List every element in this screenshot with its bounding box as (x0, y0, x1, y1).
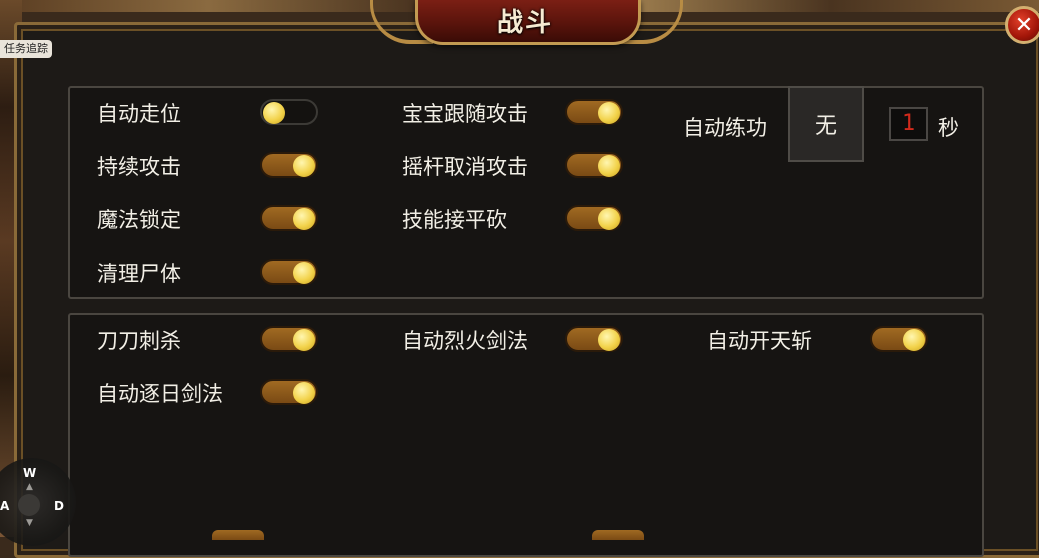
joystick-west-label: A (0, 499, 10, 513)
option-label-pet-follow-attack: 宝宝跟随攻击 (402, 102, 528, 126)
toggle-skill-chain-basic-attack[interactable] (565, 205, 623, 231)
option-label-auto-blazing-sword: 自动烈火剑法 (402, 329, 528, 353)
toggle-joystick-cancel-attack[interactable] (565, 152, 623, 178)
joystick-north-label: W (23, 466, 37, 480)
toggle-auto-sun-chasing-sword[interactable] (260, 379, 318, 405)
seconds-unit-label: 秒 (938, 116, 959, 140)
toggle-knob (598, 155, 620, 177)
close-button[interactable]: ✕ (1005, 6, 1039, 44)
toggle-knob (293, 329, 315, 351)
toggle-knob (263, 102, 285, 124)
toggle-knob (598, 329, 620, 351)
toggle-auto-sky-splitter[interactable] (870, 326, 928, 352)
option-label-skill-chain-basic-attack: 技能接平砍 (402, 208, 507, 232)
toggle-auto-blazing-sword[interactable] (565, 326, 623, 352)
joystick-center[interactable] (18, 494, 40, 516)
option-label-clear-corpses: 清理尸体 (97, 262, 181, 286)
toggle-auto-move[interactable] (260, 99, 318, 125)
window-title: 战斗 (496, 8, 553, 38)
option-label-auto-sun-chasing-sword: 自动逐日剑法 (97, 382, 223, 406)
task-tracking-tab[interactable]: 任务追踪 (0, 40, 52, 58)
toggle-clear-corpses[interactable] (260, 259, 318, 285)
auto-practice-skill-slot[interactable]: 无 (788, 86, 864, 162)
auto-practice-label: 自动练功 (683, 116, 767, 140)
toggle-knob (598, 208, 620, 230)
option-label-continuous-attack: 持续攻击 (97, 155, 181, 179)
option-label-joystick-cancel-attack: 摇杆取消攻击 (402, 155, 528, 179)
option-label-blade-stab: 刀刀刺杀 (97, 329, 181, 353)
close-icon: ✕ (1014, 12, 1034, 38)
option-label-auto-move: 自动走位 (97, 102, 181, 126)
option-label-magic-lock: 魔法锁定 (97, 208, 181, 232)
joystick-down-arrow-icon: ▼ (26, 518, 33, 528)
auto-practice-skill-value: 无 (814, 114, 837, 139)
toggle-knob (293, 262, 315, 284)
toggle-pet-follow-attack[interactable] (565, 99, 623, 125)
toggle-knob (293, 382, 315, 404)
toggle-magic-lock[interactable] (260, 205, 318, 231)
toggle-knob (293, 208, 315, 230)
toggle-knob (293, 155, 315, 177)
toggle-cutoff-bottom-middle[interactable] (592, 530, 644, 540)
toggle-knob (598, 102, 620, 124)
joystick-east-label: D (54, 499, 64, 513)
toggle-knob (903, 329, 925, 351)
option-label-auto-sky-splitter: 自动开天斩 (707, 329, 812, 353)
toggle-blade-stab[interactable] (260, 326, 318, 352)
toggle-continuous-attack[interactable] (260, 152, 318, 178)
toggle-cutoff-bottom-left[interactable] (212, 530, 264, 540)
joystick-up-arrow-icon: ▲ (26, 482, 33, 492)
auto-practice-seconds-input[interactable]: 1 (889, 107, 928, 141)
